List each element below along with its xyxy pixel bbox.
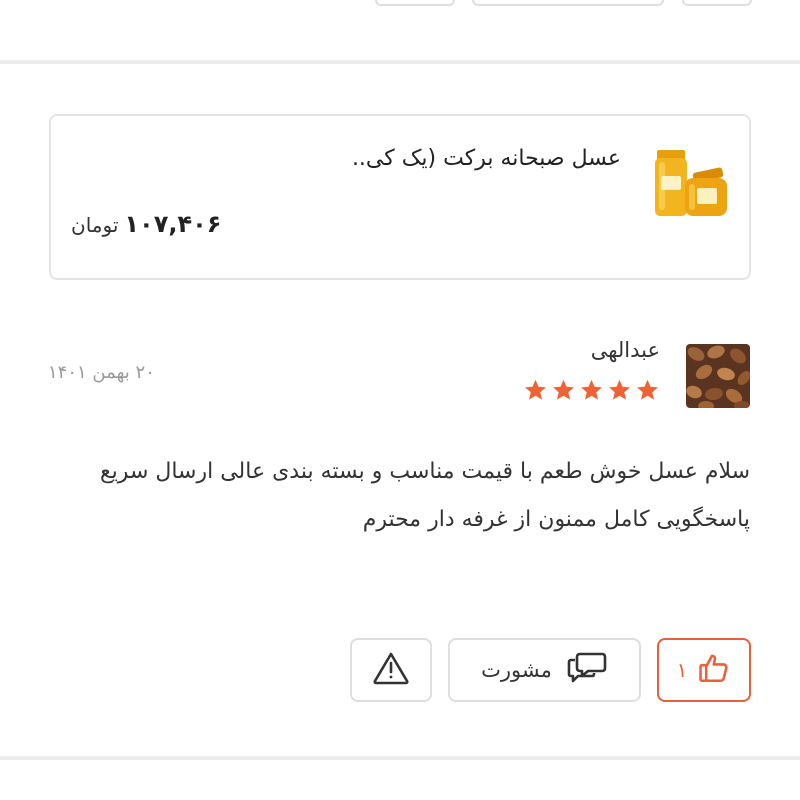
- star-icon: [609, 379, 630, 400]
- consult-button[interactable]: مشورت: [448, 638, 641, 702]
- product-card[interactable]: عسل صبحانه برکت (یک کی.. ۱۰۷,۴۰۶ تومان: [49, 114, 751, 280]
- chat-bubbles-icon: [566, 650, 608, 690]
- review-text: سلام عسل خوش طعم با قیمت مناسب و بسته بن…: [99, 459, 750, 532]
- review-page: عسل صبحانه برکت (یک کی.. ۱۰۷,۴۰۶ تومان ع…: [0, 0, 800, 800]
- top-divider: [0, 60, 800, 64]
- honey-jar-icon: [651, 144, 731, 220]
- prev-report-button[interactable]: [375, 0, 455, 6]
- like-count: ۱: [676, 658, 688, 682]
- star-icon: [581, 379, 602, 400]
- consult-label: مشورت: [481, 658, 552, 682]
- prev-like-button[interactable]: [682, 0, 752, 6]
- review-date: ۲۰ بهمن ۱۴۰۱: [48, 362, 155, 383]
- thumbs-up-icon: [697, 651, 731, 689]
- warning-icon: [372, 651, 410, 689]
- bottom-divider: [0, 756, 800, 760]
- star-icon: [525, 379, 546, 400]
- star-icon: [637, 379, 658, 400]
- prev-consult-button[interactable]: [472, 0, 664, 6]
- price-value: ۱۰۷,۴۰۶: [124, 210, 222, 238]
- report-button[interactable]: [350, 638, 432, 702]
- star-icon: [553, 379, 574, 400]
- price-currency: تومان: [71, 213, 119, 237]
- rating-stars: [523, 378, 660, 403]
- product-price: ۱۰۷,۴۰۶ تومان: [71, 210, 221, 238]
- avatar: [686, 344, 750, 408]
- product-title[interactable]: عسل صبحانه برکت (یک کی..: [352, 146, 621, 171]
- like-button[interactable]: ۱: [657, 638, 751, 702]
- reviewer-name: عبدالهی: [590, 338, 660, 362]
